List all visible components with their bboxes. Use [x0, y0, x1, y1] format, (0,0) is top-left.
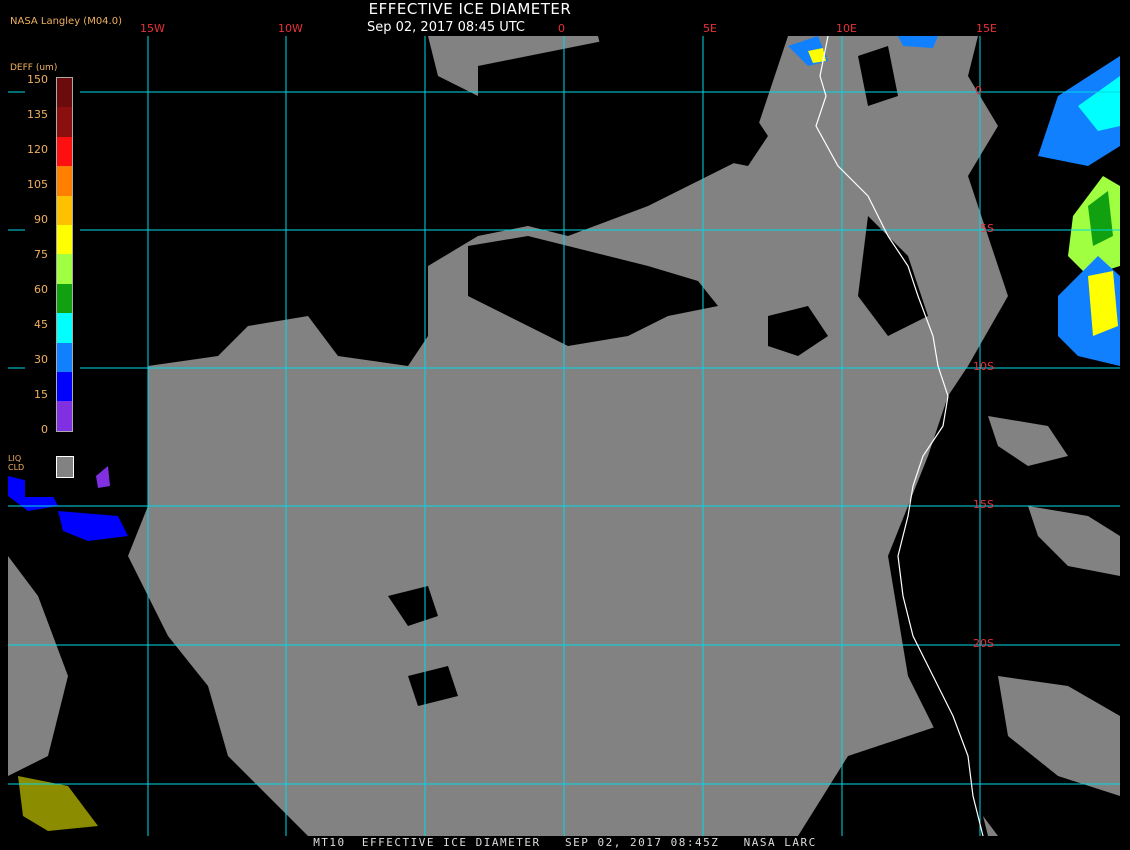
lat-label-10s: 10S — [973, 360, 994, 373]
legend-tick: 0 — [41, 423, 48, 436]
map-title: EFFECTIVE ICE DIAMETER — [368, 0, 572, 18]
map-canvas — [8, 36, 1120, 836]
liquid-cloud-label-2: CLD — [8, 463, 25, 472]
legend-segment — [57, 254, 72, 284]
legend-segment — [57, 283, 72, 314]
legend-segment — [57, 342, 72, 373]
legend-tick: 120 — [27, 143, 48, 156]
lat-label-0: 0 — [975, 84, 982, 97]
legend-tick: 90 — [34, 213, 48, 226]
legend-segment — [57, 313, 72, 343]
legend-tick: 75 — [34, 248, 48, 261]
legend-tick: 15 — [34, 388, 48, 401]
legend-segment — [57, 401, 72, 431]
liquid-cloud-label-1: LIQ — [8, 454, 22, 463]
legend-tick: 150 — [27, 73, 48, 86]
legend-tick: 45 — [34, 318, 48, 331]
legend-segment — [57, 107, 72, 137]
legend-colorbar — [56, 77, 73, 432]
lon-label-0: 0 — [558, 22, 565, 35]
lat-label-5s: 5S — [980, 222, 994, 235]
legend-tick: 60 — [34, 283, 48, 296]
legend-segment — [57, 166, 72, 196]
legend-segment — [57, 136, 72, 167]
legend-tick: 135 — [27, 108, 48, 121]
legend-tick: 105 — [27, 178, 48, 191]
liquid-cloud-swatch — [56, 456, 74, 478]
lon-label-15e: 15E — [976, 22, 997, 35]
satellite-map — [8, 36, 1120, 836]
legend-segment — [57, 225, 72, 255]
lon-label-10w: 10W — [278, 22, 303, 35]
legend-title: DEFF (um) — [10, 63, 58, 73]
map-datetime: Sep 02, 2017 08:45 UTC — [366, 20, 526, 35]
color-legend: DEFF (um) 150 135 120 105 90 75 60 45 30 15 0 LIQ … — [8, 60, 80, 497]
lon-label-15w: 15W — [140, 22, 165, 35]
legend-segment — [57, 195, 72, 226]
provider-label: NASA Langley (M04.0) — [10, 16, 122, 27]
legend-segment — [57, 78, 72, 108]
lat-label-20s: 20S — [973, 637, 994, 650]
lon-label-5e: 5E — [703, 22, 717, 35]
lon-label-10e: 10E — [836, 22, 857, 35]
legend-tick: 30 — [34, 353, 48, 366]
legend-segment — [57, 372, 72, 402]
footer-caption: MT10 EFFECTIVE ICE DIAMETER SEP 02, 2017… — [313, 836, 817, 849]
lat-label-15s: 15S — [973, 498, 994, 511]
